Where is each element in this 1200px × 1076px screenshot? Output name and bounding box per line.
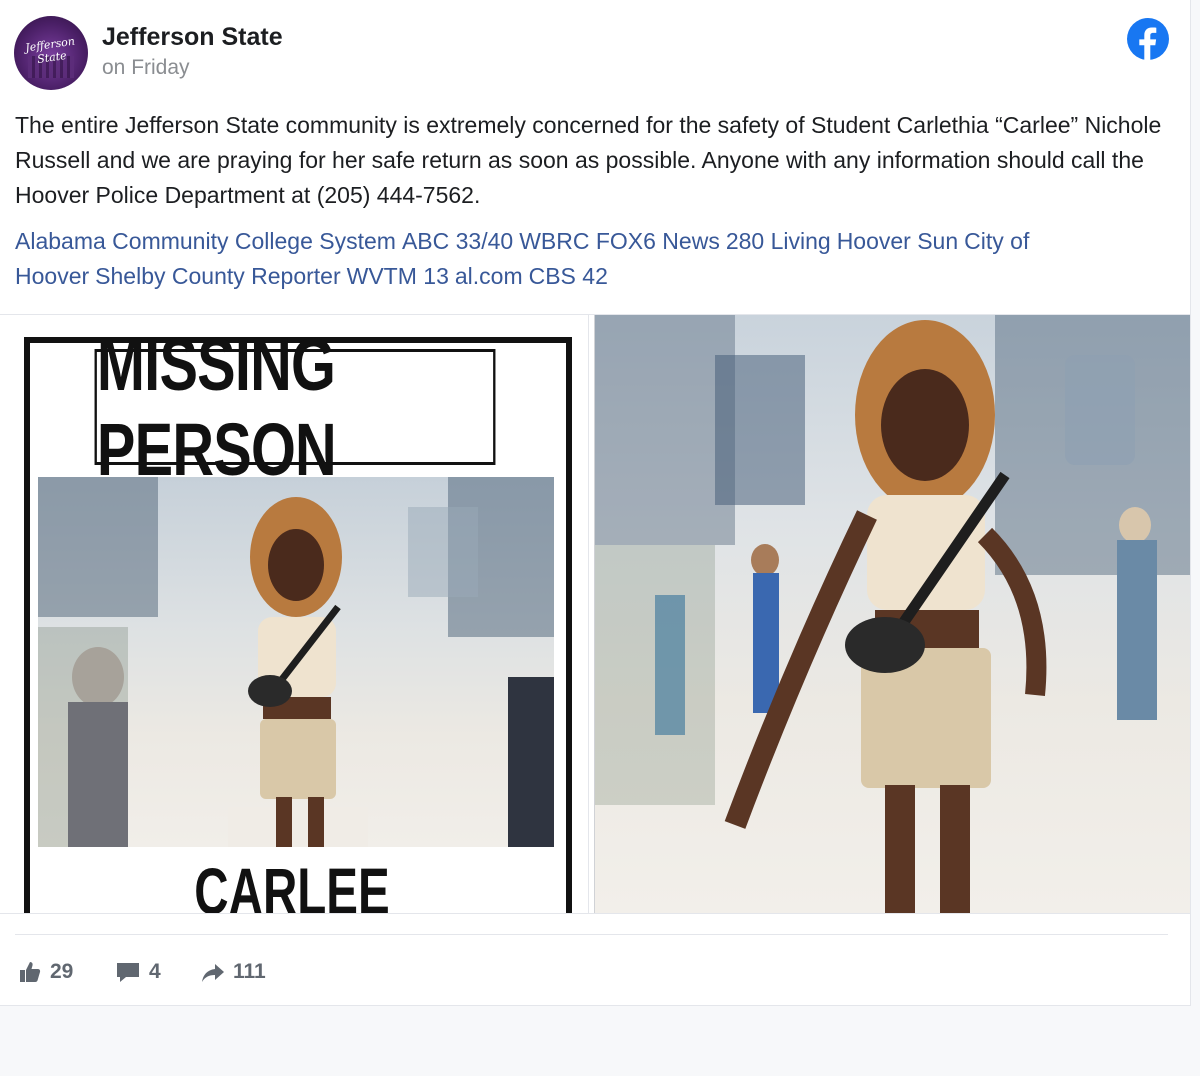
share-arrow-icon — [202, 964, 224, 982]
street-scene-illustration — [38, 477, 554, 847]
likes-count-button[interactable]: 29 — [18, 959, 73, 985]
shares-count-button[interactable]: 111 — [201, 959, 266, 985]
facebook-logo-icon[interactable] — [1127, 18, 1169, 60]
tag-link[interactable]: Shelby County Reporter — [95, 263, 340, 289]
poster-title: MISSING PERSON — [94, 323, 496, 491]
tag-link[interactable]: Hoover Sun — [837, 228, 958, 254]
photo-grid: MISSING PERSON CARLEE — [0, 314, 1190, 914]
engagement-bar: 29 4 111 — [15, 934, 1168, 1005]
post-body-text: The entire Jefferson State community is … — [15, 112, 1162, 208]
page-name-link[interactable]: Jefferson State — [102, 23, 283, 52]
tagged-pages: Alabama Community College System ABC 33/4… — [15, 224, 1175, 294]
post-timestamp[interactable]: on Friday — [102, 56, 190, 80]
tag-link[interactable]: Alabama Community College System — [15, 228, 396, 254]
thumbs-up-icon — [20, 962, 41, 982]
poster-person-name: CARLEE RUSSELL — [194, 854, 390, 913]
missing-person-poster: MISSING PERSON CARLEE — [24, 323, 572, 913]
tag-link[interactable]: ABC 33/40 — [402, 228, 513, 254]
street-scene-illustration — [595, 315, 1190, 913]
comment-bubble-icon — [117, 963, 139, 982]
tag-link[interactable]: WVTM 13 — [347, 263, 449, 289]
missing-person-poster-photo[interactable]: MISSING PERSON CARLEE — [0, 315, 589, 913]
post-card: Jefferson State Jefferson State on Frida… — [0, 0, 1191, 1006]
tag-link[interactable]: CBS 42 — [529, 263, 608, 289]
page-avatar[interactable]: Jefferson State — [14, 16, 88, 90]
tag-link[interactable]: WBRC FOX6 News — [519, 228, 720, 254]
comments-count: 4 — [149, 960, 161, 983]
carlee-street-photo[interactable] — [594, 315, 1190, 913]
likes-count: 29 — [50, 960, 74, 983]
tag-link[interactable]: 280 Living — [726, 228, 831, 254]
comments-count-button[interactable]: 4 — [115, 959, 161, 985]
poster-street-photo — [38, 477, 554, 847]
tag-link[interactable]: al.com — [455, 263, 523, 289]
shares-count: 111 — [233, 960, 266, 983]
